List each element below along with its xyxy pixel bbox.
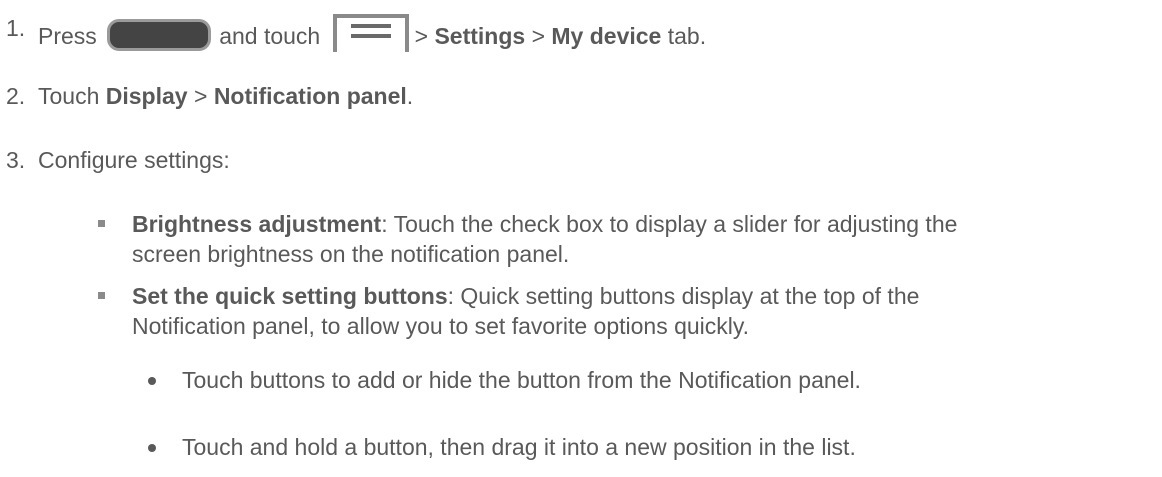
bullet-marker — [98, 220, 105, 227]
home-key-icon — [107, 19, 212, 51]
and-touch-text: and touch — [219, 23, 321, 49]
display-label: Display — [105, 83, 188, 109]
period: . — [406, 83, 414, 109]
tab-text: tab. — [667, 23, 707, 49]
step-number: 3. — [6, 147, 26, 173]
bullet-text: : Quick setting buttons display at the t… — [447, 283, 920, 309]
sub-bullet-item: Touch buttons to add or hide the button … — [182, 367, 861, 393]
sub-bullet-marker — [148, 444, 156, 452]
bullet-text: : Touch the check box to display a slide… — [381, 211, 958, 237]
separator: > — [193, 83, 208, 109]
bullet-quick-settings: Set the quick setting buttons: Quick set… — [132, 282, 919, 310]
sub-bullet-marker — [148, 377, 156, 385]
press-text: Press — [38, 23, 97, 49]
bullet-title: Set the quick setting buttons — [132, 283, 448, 309]
notification-panel-label: Notification panel — [213, 83, 407, 109]
menu-key-icon — [332, 14, 409, 52]
bullet-quick-settings-cont: Notification panel, to allow you to set … — [132, 313, 750, 339]
bullet-brightness-cont: screen brightness on the notification pa… — [132, 241, 570, 267]
bullet-brightness: Brightness adjustment: Touch the check b… — [132, 210, 957, 238]
step-text: Touch Display > Notification panel. — [38, 82, 413, 110]
step-number: 1. — [6, 15, 26, 41]
sub-bullet-item: Touch and hold a button, then drag it in… — [182, 434, 856, 460]
settings-label: Settings — [434, 23, 526, 49]
separator: > — [531, 23, 545, 49]
bullet-marker — [98, 292, 105, 299]
touch-text: Touch — [38, 83, 100, 109]
my-device-label: My device — [551, 23, 662, 49]
step-text: Press and touch > Settings > My device t… — [38, 14, 706, 52]
separator: > — [414, 23, 429, 49]
step-number: 2. — [6, 83, 26, 109]
step-text: Configure settings: — [38, 147, 230, 173]
bullet-title: Brightness adjustment — [132, 211, 382, 237]
